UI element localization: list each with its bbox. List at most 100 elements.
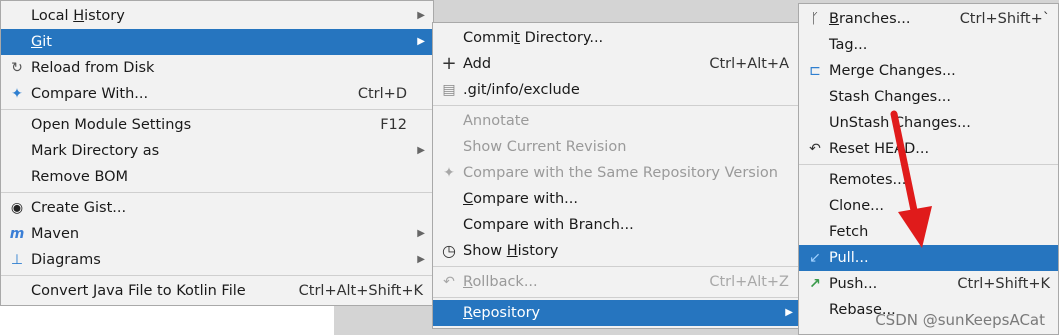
shortcut-label: F12: [380, 117, 407, 133]
menu-item-add[interactable]: + Add Ctrl+Alt+A: [433, 51, 799, 77]
menu-item-label: Merge Changes...: [829, 63, 956, 79]
menu-item-diagrams[interactable]: ⊥ Diagrams ▶: [1, 247, 433, 273]
menu-item-rollback[interactable]: ↶ Rollback... Ctrl+Alt+Z: [433, 269, 799, 295]
github-icon: ◉: [10, 200, 24, 216]
mnemonic: C: [463, 191, 474, 207]
menu-item-compare-same-repo-version[interactable]: ✦ Compare with the Same Repository Versi…: [433, 160, 799, 186]
submenu-arrow-icon: ▶: [417, 228, 425, 239]
mnemonic: B: [829, 11, 839, 27]
menu-item-convert-java-to-kotlin[interactable]: Convert Java File to Kotlin File Ctrl+Al…: [1, 278, 433, 304]
menu-item-repository[interactable]: Repository ▶: [433, 300, 799, 326]
menu-item-label: Add: [463, 56, 492, 72]
menu-item-label: epository: [472, 305, 541, 321]
push-arrow-icon: ↗: [809, 276, 821, 292]
shortcut-label: Ctrl+Alt+Shift+K: [298, 283, 423, 299]
merge-icon: ⊏: [809, 63, 821, 79]
submenu-arrow-icon: ▶: [417, 36, 425, 47]
menu-item-label: Compare With...: [31, 86, 149, 102]
submenu-arrow-icon: ▶: [417, 145, 425, 156]
ignore-file-icon: ▤: [442, 82, 456, 98]
mnemonic: G: [31, 34, 43, 50]
menu-item-label: Show: [463, 243, 507, 259]
shortcut-label: Ctrl+D: [357, 86, 407, 102]
menu-item-label: Local: [31, 8, 74, 24]
menu-item-label: ollback...: [472, 274, 538, 290]
menu-item-git-info-exclude[interactable]: ▤ .git/info/exclude: [433, 77, 799, 103]
submenu-arrow-icon: ▶: [417, 254, 425, 265]
menu-item-label: Clone...: [829, 198, 884, 214]
menu-item-tag[interactable]: Tag...: [799, 32, 1058, 58]
menu-item-label: Remove BOM: [31, 169, 129, 185]
menu-item-annotate[interactable]: Annotate: [433, 108, 799, 134]
red-annotation-arrow-icon: [890, 110, 932, 248]
mnemonic: H: [73, 8, 85, 24]
pull-arrow-icon: ↙: [809, 250, 821, 266]
git-submenu: Commit Directory... + Add Ctrl+Alt+A ▤ .…: [432, 22, 800, 329]
branch-icon: ᚴ: [810, 11, 820, 27]
menu-item-reload-from-disk[interactable]: ↻ Reload from Disk: [1, 55, 433, 81]
menu-item-label: Reload from Disk: [31, 60, 155, 76]
compare-icon: ✦: [443, 165, 455, 181]
shortcut-label: Ctrl+Alt+A: [709, 56, 789, 72]
menu-item-label: Pull...: [829, 250, 869, 266]
maven-icon: m: [9, 226, 25, 242]
menu-item-show-current-revision[interactable]: Show Current Revision: [433, 134, 799, 160]
menu-item-maven[interactable]: m Maven ▶: [1, 221, 433, 247]
separator: [433, 266, 799, 267]
menu-item-label-rest: istory: [84, 8, 125, 24]
menu-item-label: Maven: [31, 226, 80, 242]
submenu-arrow-icon: ▶: [785, 307, 793, 318]
menu-item-remove-bom[interactable]: Remove BOM: [1, 164, 433, 190]
clock-icon: ◷: [442, 241, 456, 260]
menu-item-local-history[interactable]: Local History ▶: [1, 3, 433, 29]
menu-item-label: Convert Java File to Kotlin File: [31, 283, 246, 299]
separator: [433, 105, 799, 106]
menu-item-label-rest: istory: [517, 243, 559, 259]
menu-item-merge-changes[interactable]: ⊏ Merge Changes...: [799, 58, 1058, 84]
menu-item-label-rest: Directory...: [519, 30, 604, 46]
menu-item-push[interactable]: ↗ Push... Ctrl+Shift+K: [799, 271, 1058, 297]
menu-item-label: Show Current Revision: [463, 139, 627, 155]
menu-item-label: Fetch: [829, 224, 869, 240]
menu-item-label: Open Module Settings: [31, 117, 192, 133]
menu-item-label: Stash Changes...: [829, 89, 952, 105]
shortcut-label: Ctrl+Shift+K: [957, 276, 1050, 292]
reload-icon: ↻: [11, 60, 23, 76]
menu-item-open-module-settings[interactable]: Open Module Settings F12: [1, 112, 433, 138]
menu-item-label: Push...: [829, 276, 878, 292]
menu-item-show-history[interactable]: ◷ Show History: [433, 238, 799, 264]
compare-icon: ✦: [11, 86, 23, 102]
menu-item-label: .git/info/exclude: [463, 82, 580, 98]
separator: [433, 297, 799, 298]
menu-item-label: ranches...: [838, 11, 911, 27]
shortcut-label: Ctrl+Shift+`: [959, 11, 1050, 27]
diagram-icon: ⊥: [10, 252, 24, 268]
menu-item-label: Diagrams: [31, 252, 101, 268]
reset-icon: ↶: [809, 141, 821, 157]
menu-item-compare-with[interactable]: ✦ Compare With... Ctrl+D: [1, 81, 433, 107]
separator: [1, 275, 433, 276]
menu-item-label: Tag...: [829, 37, 868, 53]
menu-item-label: Compare with the Same Repository Version: [463, 165, 778, 181]
menu-item-mark-directory-as[interactable]: Mark Directory as ▶: [1, 138, 433, 164]
menu-item-git[interactable]: Git ▶: [1, 29, 433, 55]
mnemonic: H: [506, 243, 518, 259]
menu-item-label: ompare with...: [473, 191, 578, 207]
submenu-arrow-icon: ▶: [417, 10, 425, 21]
menu-item-create-gist[interactable]: ◉ Create Gist...: [1, 195, 433, 221]
separator: [1, 109, 433, 110]
project-context-menu: Local History ▶ Git ▶ ↻ Reload from Disk…: [0, 0, 434, 306]
menu-item-stash-changes[interactable]: Stash Changes...: [799, 84, 1058, 110]
menu-item-compare-with-branch[interactable]: Compare with Branch...: [433, 212, 799, 238]
menu-item-label: Create Gist...: [31, 200, 127, 216]
separator: [1, 192, 433, 193]
menu-item-compare-with[interactable]: Compare with...: [433, 186, 799, 212]
menu-item-label: Mark Directory as: [31, 143, 160, 159]
menu-item-commit-directory[interactable]: Commit Directory...: [433, 25, 799, 51]
add-icon: +: [441, 53, 457, 74]
menu-item-branches[interactable]: ᚴ Branches... Ctrl+Shift+`: [799, 6, 1058, 32]
menu-item-label: it: [42, 34, 52, 50]
menu-item-label: Commi: [463, 30, 515, 46]
menu-item-label: Compare with Branch...: [463, 217, 634, 233]
rollback-icon: ↶: [443, 274, 455, 290]
